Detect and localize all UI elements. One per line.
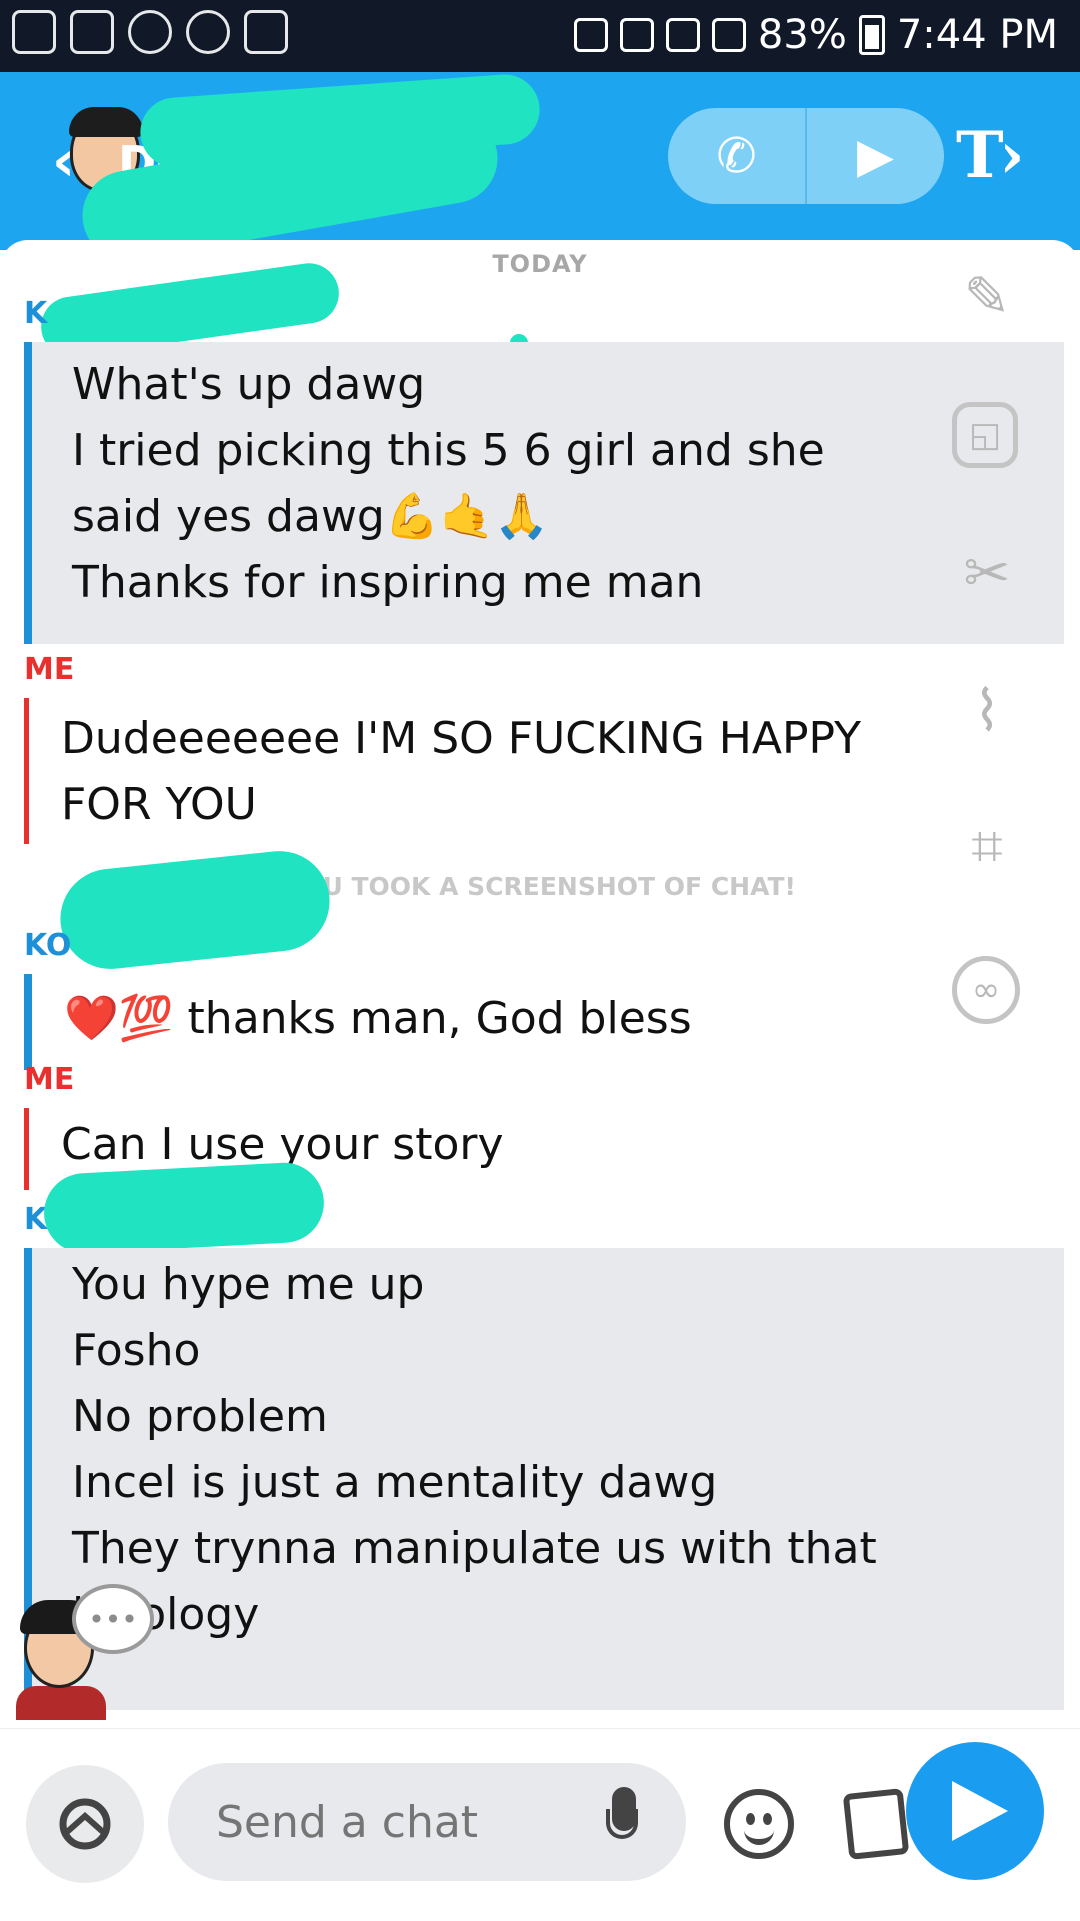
mic-stand <box>606 1809 638 1839</box>
timer-icon[interactable]: ∞ <box>952 956 1020 1024</box>
system-status: 83% 7:44 PM <box>573 12 1058 58</box>
phone-icon[interactable]: ✆ <box>668 108 805 204</box>
sticker-icon[interactable]: ◱ <box>952 402 1018 468</box>
scissors-icon[interactable]: ✂ <box>952 538 1022 608</box>
sender-label: ME <box>24 1062 75 1097</box>
key-icon <box>186 10 230 54</box>
call-controls: ✆ ▶ <box>668 108 944 204</box>
sticker-card-icon[interactable] <box>842 1788 910 1860</box>
cast-icon <box>573 18 608 52</box>
message-group: Dudeeeeeee I'M SO FUCKING HAPPY FOR YOU <box>24 698 1061 844</box>
battery-percent: 83% <box>757 12 847 58</box>
ev-icon <box>128 10 172 54</box>
message-group: You hype me up Fosho No problem Incel is… <box>24 1248 1064 1710</box>
send-icon[interactable] <box>906 1742 1044 1880</box>
message-text[interactable]: Fosho <box>32 1318 1064 1384</box>
message-group: ❤️💯 thanks man, God bless <box>24 974 1064 1070</box>
pencil-icon[interactable]: ✎ <box>952 262 1022 332</box>
message-text[interactable]: ❤️💯 thanks man, God bless <box>32 974 1064 1052</box>
sender-label: ME <box>24 652 75 687</box>
crop-icon[interactable]: ⌗ <box>952 812 1022 882</box>
typing-bubble-icon: ••• <box>72 1584 154 1654</box>
text-tool-icon[interactable]: T› <box>956 124 1025 188</box>
message-text[interactable]: Dudeeeeeee I'M SO FUCKING HAPPY FOR YOU <box>29 698 1061 838</box>
paperclip-icon[interactable]: ⌇ <box>952 676 1022 746</box>
message-text[interactable]: What's up dawg <box>32 342 1064 418</box>
date-label: TODAY <box>492 250 588 278</box>
redaction-mark <box>42 1160 326 1256</box>
bluetooth-icon <box>619 18 654 52</box>
message-text[interactable]: I tried picking this 5 6 girl and she sa… <box>32 418 1064 550</box>
shield-icon <box>244 10 288 54</box>
battery-icon <box>858 15 885 55</box>
mute-icon <box>665 18 700 52</box>
video-icon[interactable]: ▶ <box>805 108 944 204</box>
image-icon <box>70 10 114 54</box>
wifi-icon <box>711 18 746 52</box>
message-group: What's up dawg I tried picking this 5 6 … <box>24 342 1064 644</box>
emoji-mouth <box>744 1823 774 1845</box>
message-text[interactable]: No problem <box>32 1384 1064 1450</box>
camera-swap-icon[interactable] <box>26 1765 144 1883</box>
message-text[interactable]: Incel is just a mentality dawg <box>32 1450 1064 1516</box>
sender-label: KO <box>24 928 72 963</box>
message-text[interactable]: Thanks for inspiring me man <box>32 550 1064 616</box>
shield-check-icon <box>12 10 56 54</box>
message-text[interactable]: You hype me up <box>32 1248 1064 1318</box>
camera-swap-glyph <box>59 1798 111 1850</box>
notification-icons <box>12 10 288 54</box>
clock: 7:44 PM <box>896 12 1058 58</box>
bitmoji-shirt <box>16 1686 106 1720</box>
status-bar: 83% 7:44 PM <box>0 0 1080 72</box>
emoji-icon[interactable] <box>724 1789 794 1859</box>
mic-icon[interactable] <box>606 1787 642 1857</box>
chat-area: TODAY K What's up dawg I tried picking t… <box>0 240 1080 1720</box>
redaction-mark <box>55 846 335 974</box>
message-text[interactable]: They trynna manipulate us with that ideo… <box>32 1516 1064 1648</box>
send-arrow <box>952 1781 1008 1841</box>
sender-label: K <box>24 296 48 331</box>
